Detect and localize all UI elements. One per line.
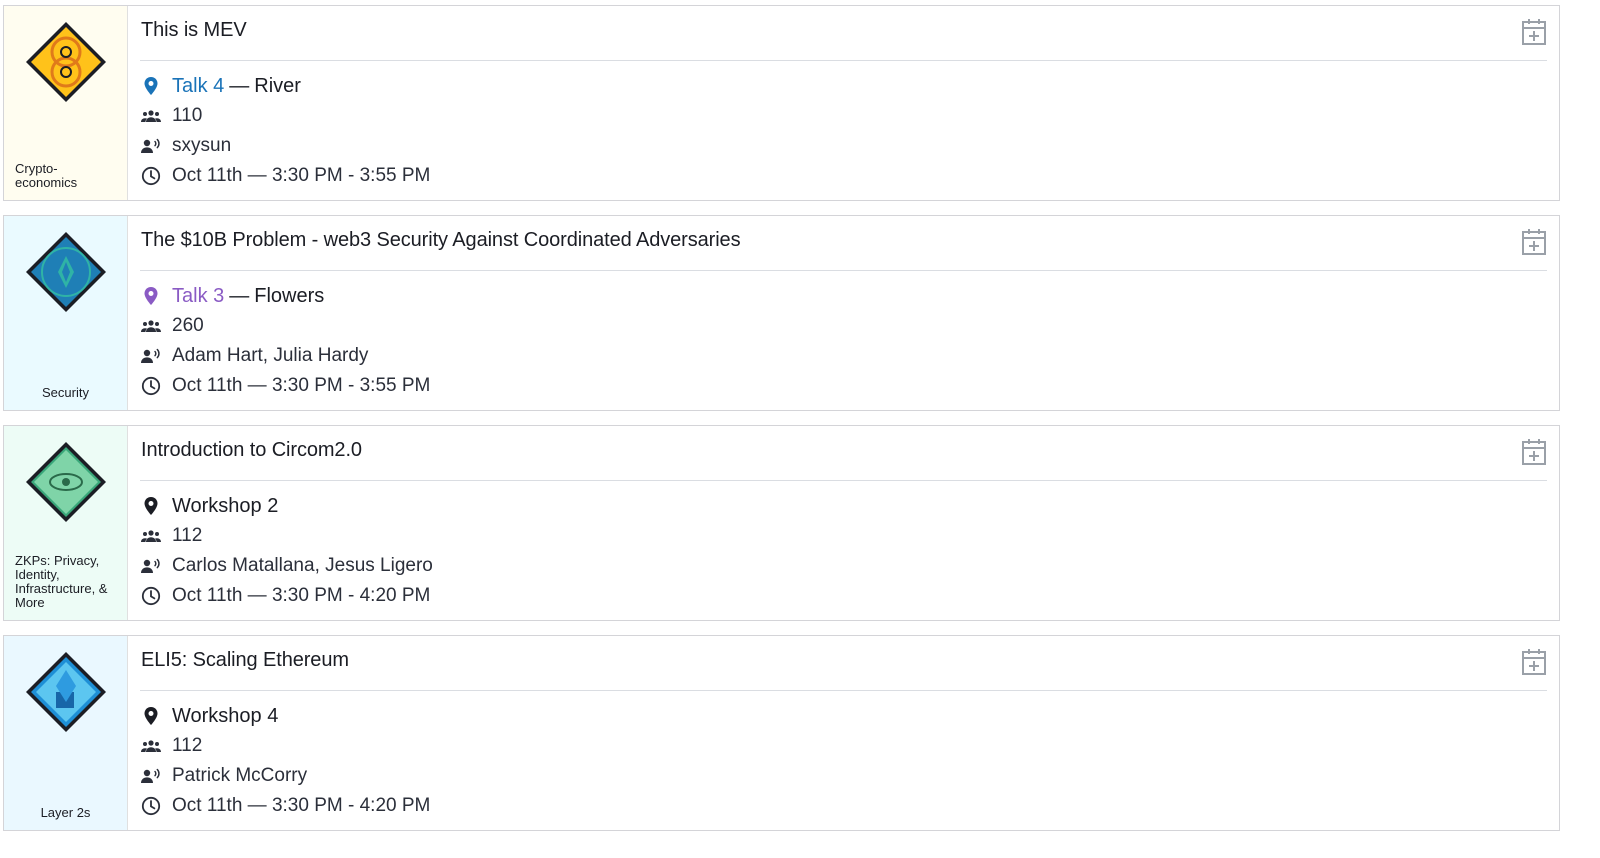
attendee-count: 260 (172, 315, 204, 336)
add-to-calendar-button[interactable] (1521, 228, 1547, 256)
map-pin-icon (140, 495, 162, 517)
speaker-names: Adam Hart, Julia Hardy (172, 345, 369, 366)
map-pin-icon (140, 75, 162, 97)
session-card[interactable]: Crypto- economics This is MEV Talk 4 — R… (3, 5, 1560, 201)
clock-icon (140, 795, 162, 817)
speaker-icon (140, 345, 162, 367)
session-card[interactable]: Security The $10B Problem - web3 Securit… (3, 215, 1560, 411)
clock-icon (140, 375, 162, 397)
location-link[interactable]: Workshop 2 (172, 495, 278, 518)
session-card[interactable]: ZKPs: Privacy, Identity, Infrastructure,… (3, 425, 1560, 621)
track-label: ZKPs: Privacy, Identity, Infrastructure,… (15, 553, 108, 610)
zkp-badge-icon (24, 440, 108, 524)
location-row: Workshop 4 (140, 703, 278, 729)
track-thumbnail: Layer 2s (4, 636, 128, 830)
track-label: Security (42, 385, 89, 400)
session-time: Oct 11th — 3:30 PM - 4:20 PM (172, 585, 431, 606)
attendee-count: 110 (172, 105, 203, 126)
location-row: Workshop 2 (140, 493, 278, 519)
location-row: Talk 3 — Flowers (140, 283, 324, 309)
title-divider (140, 60, 1547, 61)
speaker-icon (140, 555, 162, 577)
track-label: Layer 2s (40, 805, 91, 820)
map-pin-icon (140, 285, 162, 307)
add-to-calendar-button[interactable] (1521, 648, 1547, 676)
clock-icon (140, 585, 162, 607)
map-pin-icon (140, 705, 162, 727)
attendees-row: 260 (140, 313, 204, 339)
add-to-calendar-button[interactable] (1521, 18, 1547, 46)
session-card[interactable]: Layer 2s ELI5: Scaling Ethereum Workshop… (3, 635, 1560, 831)
time-row: Oct 11th — 3:30 PM - 3:55 PM (140, 373, 430, 399)
speakers-row: Patrick McCorry (140, 763, 307, 789)
track-thumbnail: Crypto- economics (4, 6, 128, 200)
calendar-add-icon (1522, 439, 1546, 465)
location-link[interactable]: Talk 3 (172, 285, 224, 308)
cryptoeconomics-badge-icon (24, 20, 108, 104)
location-separator: — (229, 74, 250, 97)
people-icon (140, 315, 162, 337)
attendees-row: 110 (140, 103, 202, 129)
speaker-names: sxysun (172, 135, 232, 156)
add-to-calendar-button[interactable] (1521, 438, 1547, 466)
track-thumbnail: Security (4, 216, 128, 410)
layer2-badge-icon (24, 650, 108, 734)
track-label: Crypto- economics (15, 161, 78, 190)
session-title[interactable]: The $10B Problem - web3 Security Against… (141, 229, 741, 252)
time-row: Oct 11th — 3:30 PM - 4:20 PM (140, 793, 430, 819)
session-title[interactable]: Introduction to Circom2.0 (141, 439, 362, 462)
title-divider (140, 270, 1547, 271)
attendee-count: 112 (172, 525, 203, 546)
session-list: Crypto- economics This is MEV Talk 4 — R… (0, 0, 1600, 858)
security-badge-icon (24, 230, 108, 314)
attendees-row: 112 (140, 733, 202, 759)
location-row: Talk 4 — River (140, 73, 301, 99)
speaker-icon (140, 135, 162, 157)
people-icon (140, 735, 162, 757)
title-divider (140, 480, 1547, 481)
speaker-names: Carlos Matallana, Jesus Ligero (172, 555, 433, 576)
title-divider (140, 690, 1547, 691)
location-link[interactable]: Workshop 4 (172, 705, 278, 728)
clock-icon (140, 165, 162, 187)
speaker-names: Patrick McCorry (172, 765, 308, 786)
calendar-add-icon (1522, 649, 1546, 675)
location-room: River (254, 74, 301, 97)
attendee-count: 112 (172, 735, 203, 756)
calendar-add-icon (1522, 229, 1546, 255)
people-icon (140, 105, 162, 127)
track-thumbnail: ZKPs: Privacy, Identity, Infrastructure,… (4, 426, 128, 620)
time-row: Oct 11th — 3:30 PM - 4:20 PM (140, 583, 430, 609)
time-row: Oct 11th — 3:30 PM - 3:55 PM (140, 163, 430, 189)
session-title[interactable]: This is MEV (141, 19, 247, 42)
attendees-row: 112 (140, 523, 202, 549)
calendar-add-icon (1522, 19, 1546, 45)
session-title[interactable]: ELI5: Scaling Ethereum (141, 649, 349, 672)
location-separator: — (229, 284, 250, 307)
session-time: Oct 11th — 3:30 PM - 4:20 PM (172, 795, 431, 816)
location-link[interactable]: Talk 4 (172, 75, 224, 98)
speakers-row: sxysun (140, 133, 231, 159)
speakers-row: Adam Hart, Julia Hardy (140, 343, 368, 369)
session-time: Oct 11th — 3:30 PM - 3:55 PM (172, 165, 431, 186)
people-icon (140, 525, 162, 547)
speakers-row: Carlos Matallana, Jesus Ligero (140, 553, 433, 579)
location-room: Flowers (254, 284, 325, 307)
session-time: Oct 11th — 3:30 PM - 3:55 PM (172, 375, 431, 396)
speaker-icon (140, 765, 162, 787)
